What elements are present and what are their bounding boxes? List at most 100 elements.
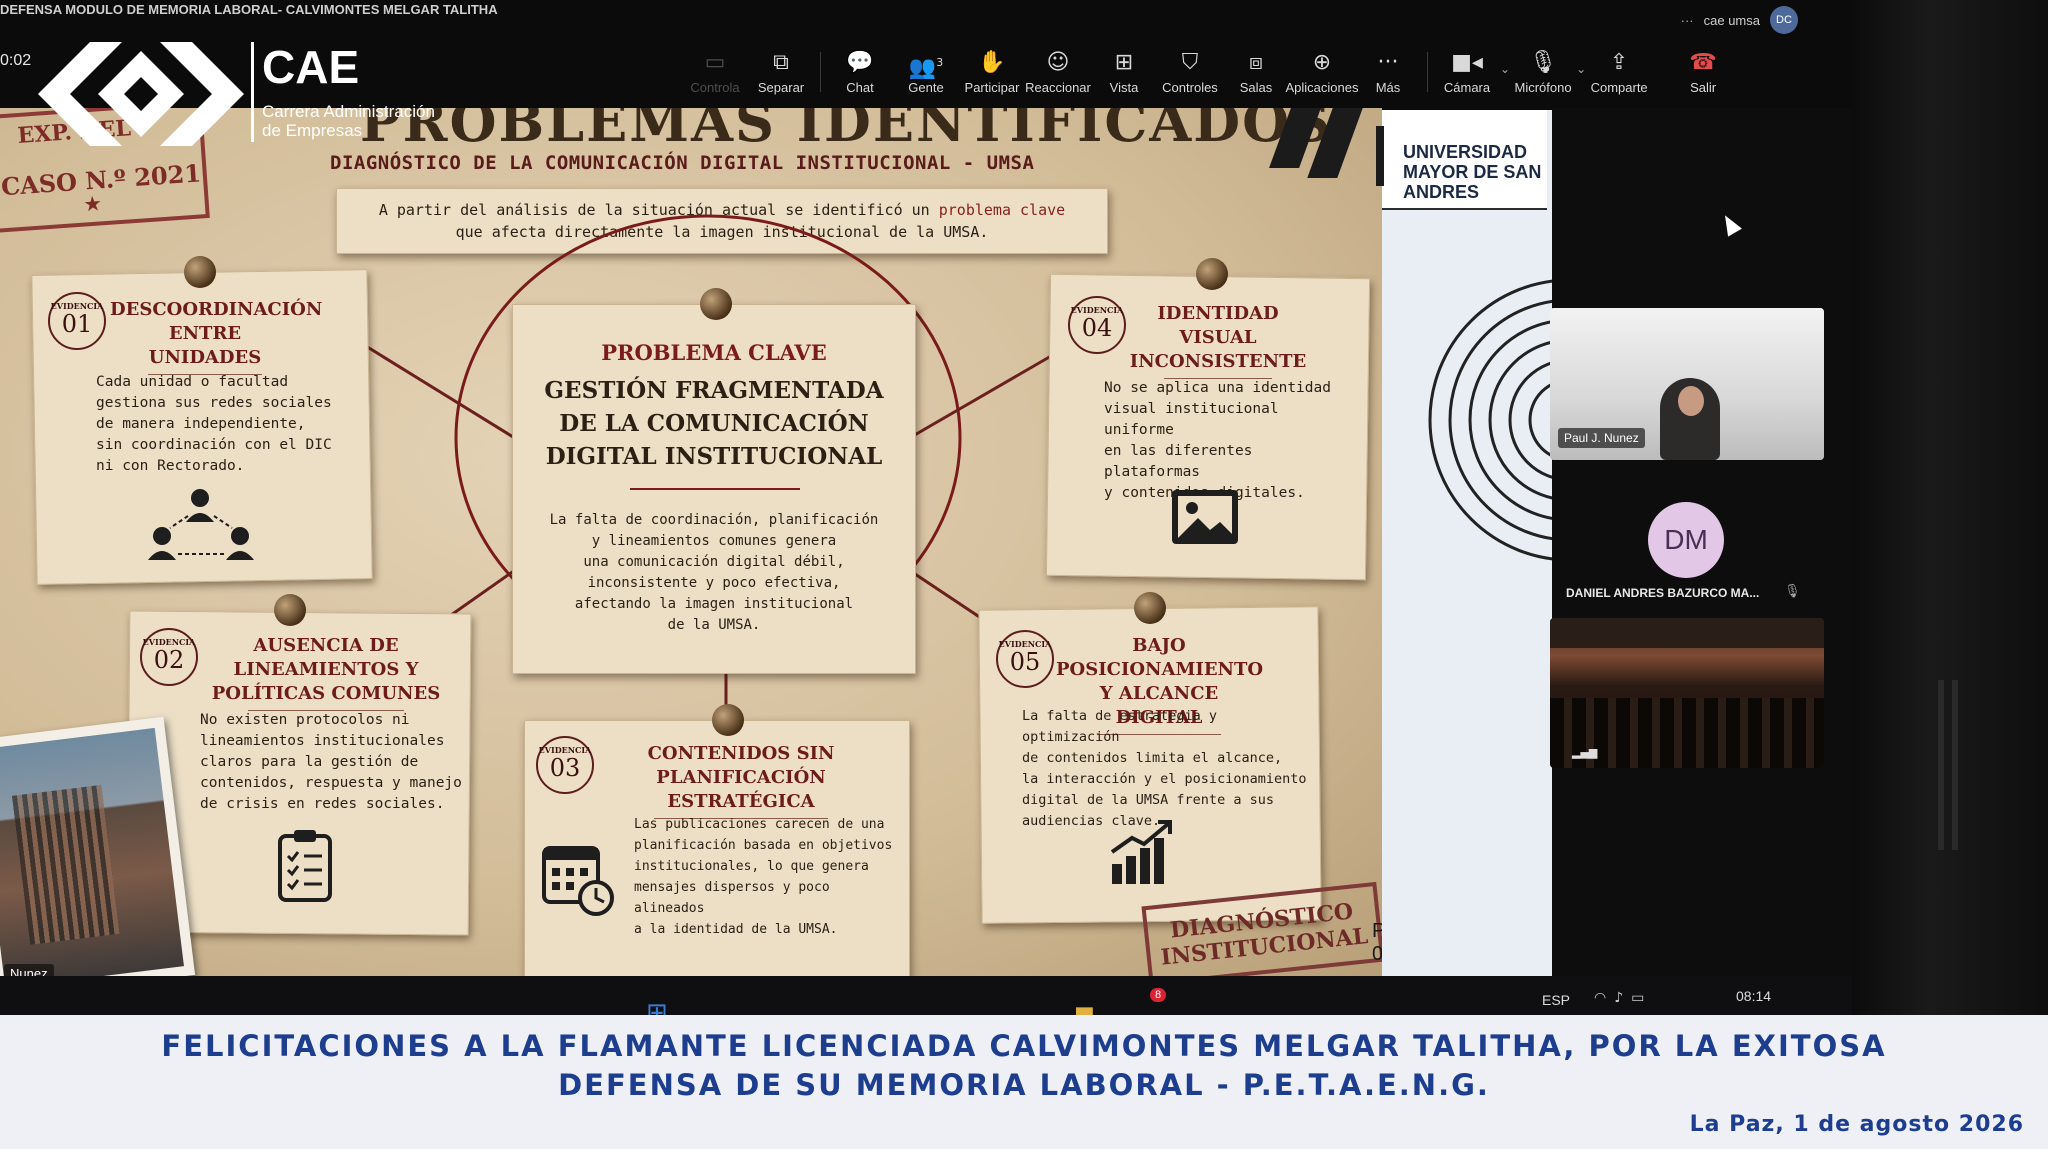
mic-icon: 🎙 xyxy=(1529,50,1558,75)
key-problem-header: PROBLEMA CLAVE xyxy=(601,340,827,365)
decor-shape xyxy=(1376,126,1384,186)
banner-line2: DEFENSA DE SU MEMORIA LABORAL - P.E.T.A.… xyxy=(558,1068,1490,1102)
toolbar-divider xyxy=(1427,52,1428,92)
avatar[interactable]: DC xyxy=(1770,6,1798,34)
evidence-badge-04: EVIDENCIA 04 xyxy=(1068,296,1126,354)
rooms-label: Salas xyxy=(1239,80,1273,95)
react-label: Reaccionar xyxy=(1025,80,1091,95)
control-button[interactable]: ▭ Controla xyxy=(682,46,748,95)
rooms-button[interactable]: ⧈ Salas xyxy=(1223,46,1289,95)
calendar-clock-icon xyxy=(542,846,614,916)
evidence-number: 02 xyxy=(153,646,185,674)
avatar[interactable]: DM xyxy=(1648,502,1724,578)
evidence-number: 05 xyxy=(1009,648,1041,676)
chat-icon: 💬 xyxy=(846,50,874,75)
mic-label: Micrófono xyxy=(1514,80,1572,95)
camera-button[interactable]: ■◂ Cámara xyxy=(1434,46,1500,95)
raise-hand-icon: ✋ xyxy=(978,50,1006,75)
card-body: Las publicaciones carecen de una planifi… xyxy=(634,817,893,937)
logo-subtitle: Carrera Administración de Empresas xyxy=(262,102,435,140)
people-label: Gente xyxy=(908,80,944,95)
more-label: Más xyxy=(1375,80,1401,95)
stamp-text: DIAGNÓSTICO INSTITUCIONAL xyxy=(1159,898,1370,971)
evidence-badge-05: EVIDENCIA 05 xyxy=(996,630,1054,688)
card-body: La falta de estrategia y optimización de… xyxy=(1022,708,1307,829)
people-icon: 👥3 xyxy=(908,55,944,81)
logo-subtitle-line1: Carrera Administración xyxy=(262,102,435,121)
participant-name: Paul J. Nunez xyxy=(1558,428,1645,448)
pop-out-button[interactable]: ⧉ Separar xyxy=(748,46,814,95)
university-name: UNIVERSIDAD MAYOR DE SAN ANDRES xyxy=(1403,142,1542,202)
grid-icon: ⊞ xyxy=(1114,50,1134,75)
card-title: IDENTIDAD VISUAL INCONSISTENTE xyxy=(1128,302,1308,379)
logo-name: CAE xyxy=(262,41,360,93)
notification-badge: 8 xyxy=(1150,988,1167,1002)
string-line xyxy=(905,350,1059,442)
key-problem-body: La falta de coordinación, planificación … xyxy=(549,512,879,633)
more-icon: ··· xyxy=(1377,50,1399,75)
banner-line1: FELICITACIONES A LA FLAMANTE LICENCIADA … xyxy=(161,1029,1887,1063)
rooms-icon: ⧈ xyxy=(1249,50,1263,75)
raise-hand-button[interactable]: ✋ Participar xyxy=(959,46,1025,95)
apps-button[interactable]: ⊕ Aplicaciones xyxy=(1286,46,1359,95)
evidence-number: 03 xyxy=(549,754,581,782)
more-button[interactable]: ··· Más xyxy=(1355,46,1421,95)
evidence-badge-03: EVIDENCIA 03 xyxy=(536,736,594,794)
participant-name: DANIEL ANDRES BAZURCO MA... xyxy=(1566,586,1760,600)
people-count: 3 xyxy=(936,56,944,69)
pop-out-icon: ⧉ xyxy=(773,50,789,75)
people-button[interactable]: 👥3 Gente xyxy=(893,46,959,95)
controls-button[interactable]: ⛉ Controles xyxy=(1157,46,1223,95)
chat-button[interactable]: 💬 Chat xyxy=(827,46,893,95)
meeting-toolbar: ▭ Controla ⧉ Separar 💬 Chat 👥3 Gente ✋ Partic… xyxy=(682,46,1736,98)
language-indicator[interactable]: ESP xyxy=(1542,992,1570,1008)
account-area[interactable]: ··· cae umsa DC xyxy=(1681,6,1798,34)
pin-icon xyxy=(712,704,744,736)
os-taskbar xyxy=(0,976,1852,1016)
leave-button[interactable]: ☎ Salir xyxy=(1670,46,1736,95)
mic-muted-icon: 🎙 xyxy=(1784,584,1801,599)
pop-out-label: Separar xyxy=(757,80,805,95)
chat-label: Chat xyxy=(846,80,874,95)
background-wall xyxy=(1852,0,2048,1015)
react-button[interactable]: ☺ Reaccionar xyxy=(1025,46,1091,95)
pin-icon xyxy=(1196,258,1228,290)
share-icon: ⇪ xyxy=(1609,50,1629,75)
banner-date: La Paz, 1 de agosto 2026 xyxy=(1689,1112,2024,1137)
evidence-number: 04 xyxy=(1081,314,1113,342)
controls-label: Controles xyxy=(1162,80,1218,95)
view-button[interactable]: ⊞ Vista xyxy=(1091,46,1157,95)
string-line xyxy=(443,566,519,622)
card-title: DESCOORDINACIÓN ENTRE UNIDADES xyxy=(110,298,322,375)
divider xyxy=(630,488,800,490)
growth-chart-icon xyxy=(1110,820,1172,884)
building-photo xyxy=(0,716,196,978)
toolbar-divider xyxy=(820,52,821,92)
meeting-timer: 0:02 xyxy=(0,52,32,69)
card-body: Cada unidad o facultad gestiona sus rede… xyxy=(96,374,332,474)
logo-subtitle-line2: de Empresas xyxy=(262,121,363,140)
hangup-icon: ☎ xyxy=(1689,50,1717,75)
evidence-badge-02: EVIDENCIA 02 xyxy=(140,628,198,686)
system-tray-icons[interactable]: ◠♪▭ xyxy=(1594,990,1652,1006)
mic-button[interactable]: 🎙 Micrófono xyxy=(1510,46,1576,95)
camera-chevron-down-icon[interactable]: ⌄ xyxy=(1500,62,1510,76)
share-label: Comparte xyxy=(1590,80,1648,95)
camera-label: Cámara xyxy=(1443,80,1491,95)
pin-icon xyxy=(1134,592,1166,624)
pin-icon xyxy=(274,594,306,626)
plus-icon: ⊕ xyxy=(1312,50,1332,75)
more-options-icon[interactable]: ··· xyxy=(1681,13,1694,28)
concentric-arcs xyxy=(1428,279,1552,561)
string-line xyxy=(355,338,519,442)
clock: 08:14 xyxy=(1736,988,1772,1004)
card-title: AUSENCIA DE LINEAMIENTOS Y POLÍTICAS COM… xyxy=(196,634,456,711)
mic-chevron-down-icon[interactable]: ⌄ xyxy=(1576,62,1586,76)
shared-slide: PROBLEMAS IDENTIFICADOS DIAGNÓSTICO DE L… xyxy=(0,108,1382,978)
evidence-badge-01: EVIDENCIA 01 xyxy=(48,292,106,350)
camera-icon: ■◂ xyxy=(1451,50,1483,75)
key-problem-title: GESTIÓN FRAGMENTADA DE LA COMUNICACIÓN D… xyxy=(544,377,884,470)
share-button[interactable]: ⇪ Comparte xyxy=(1586,46,1652,95)
shield-icon: ⛉ xyxy=(1181,50,1199,75)
page-number: PAGE 03 xyxy=(1372,920,1382,965)
